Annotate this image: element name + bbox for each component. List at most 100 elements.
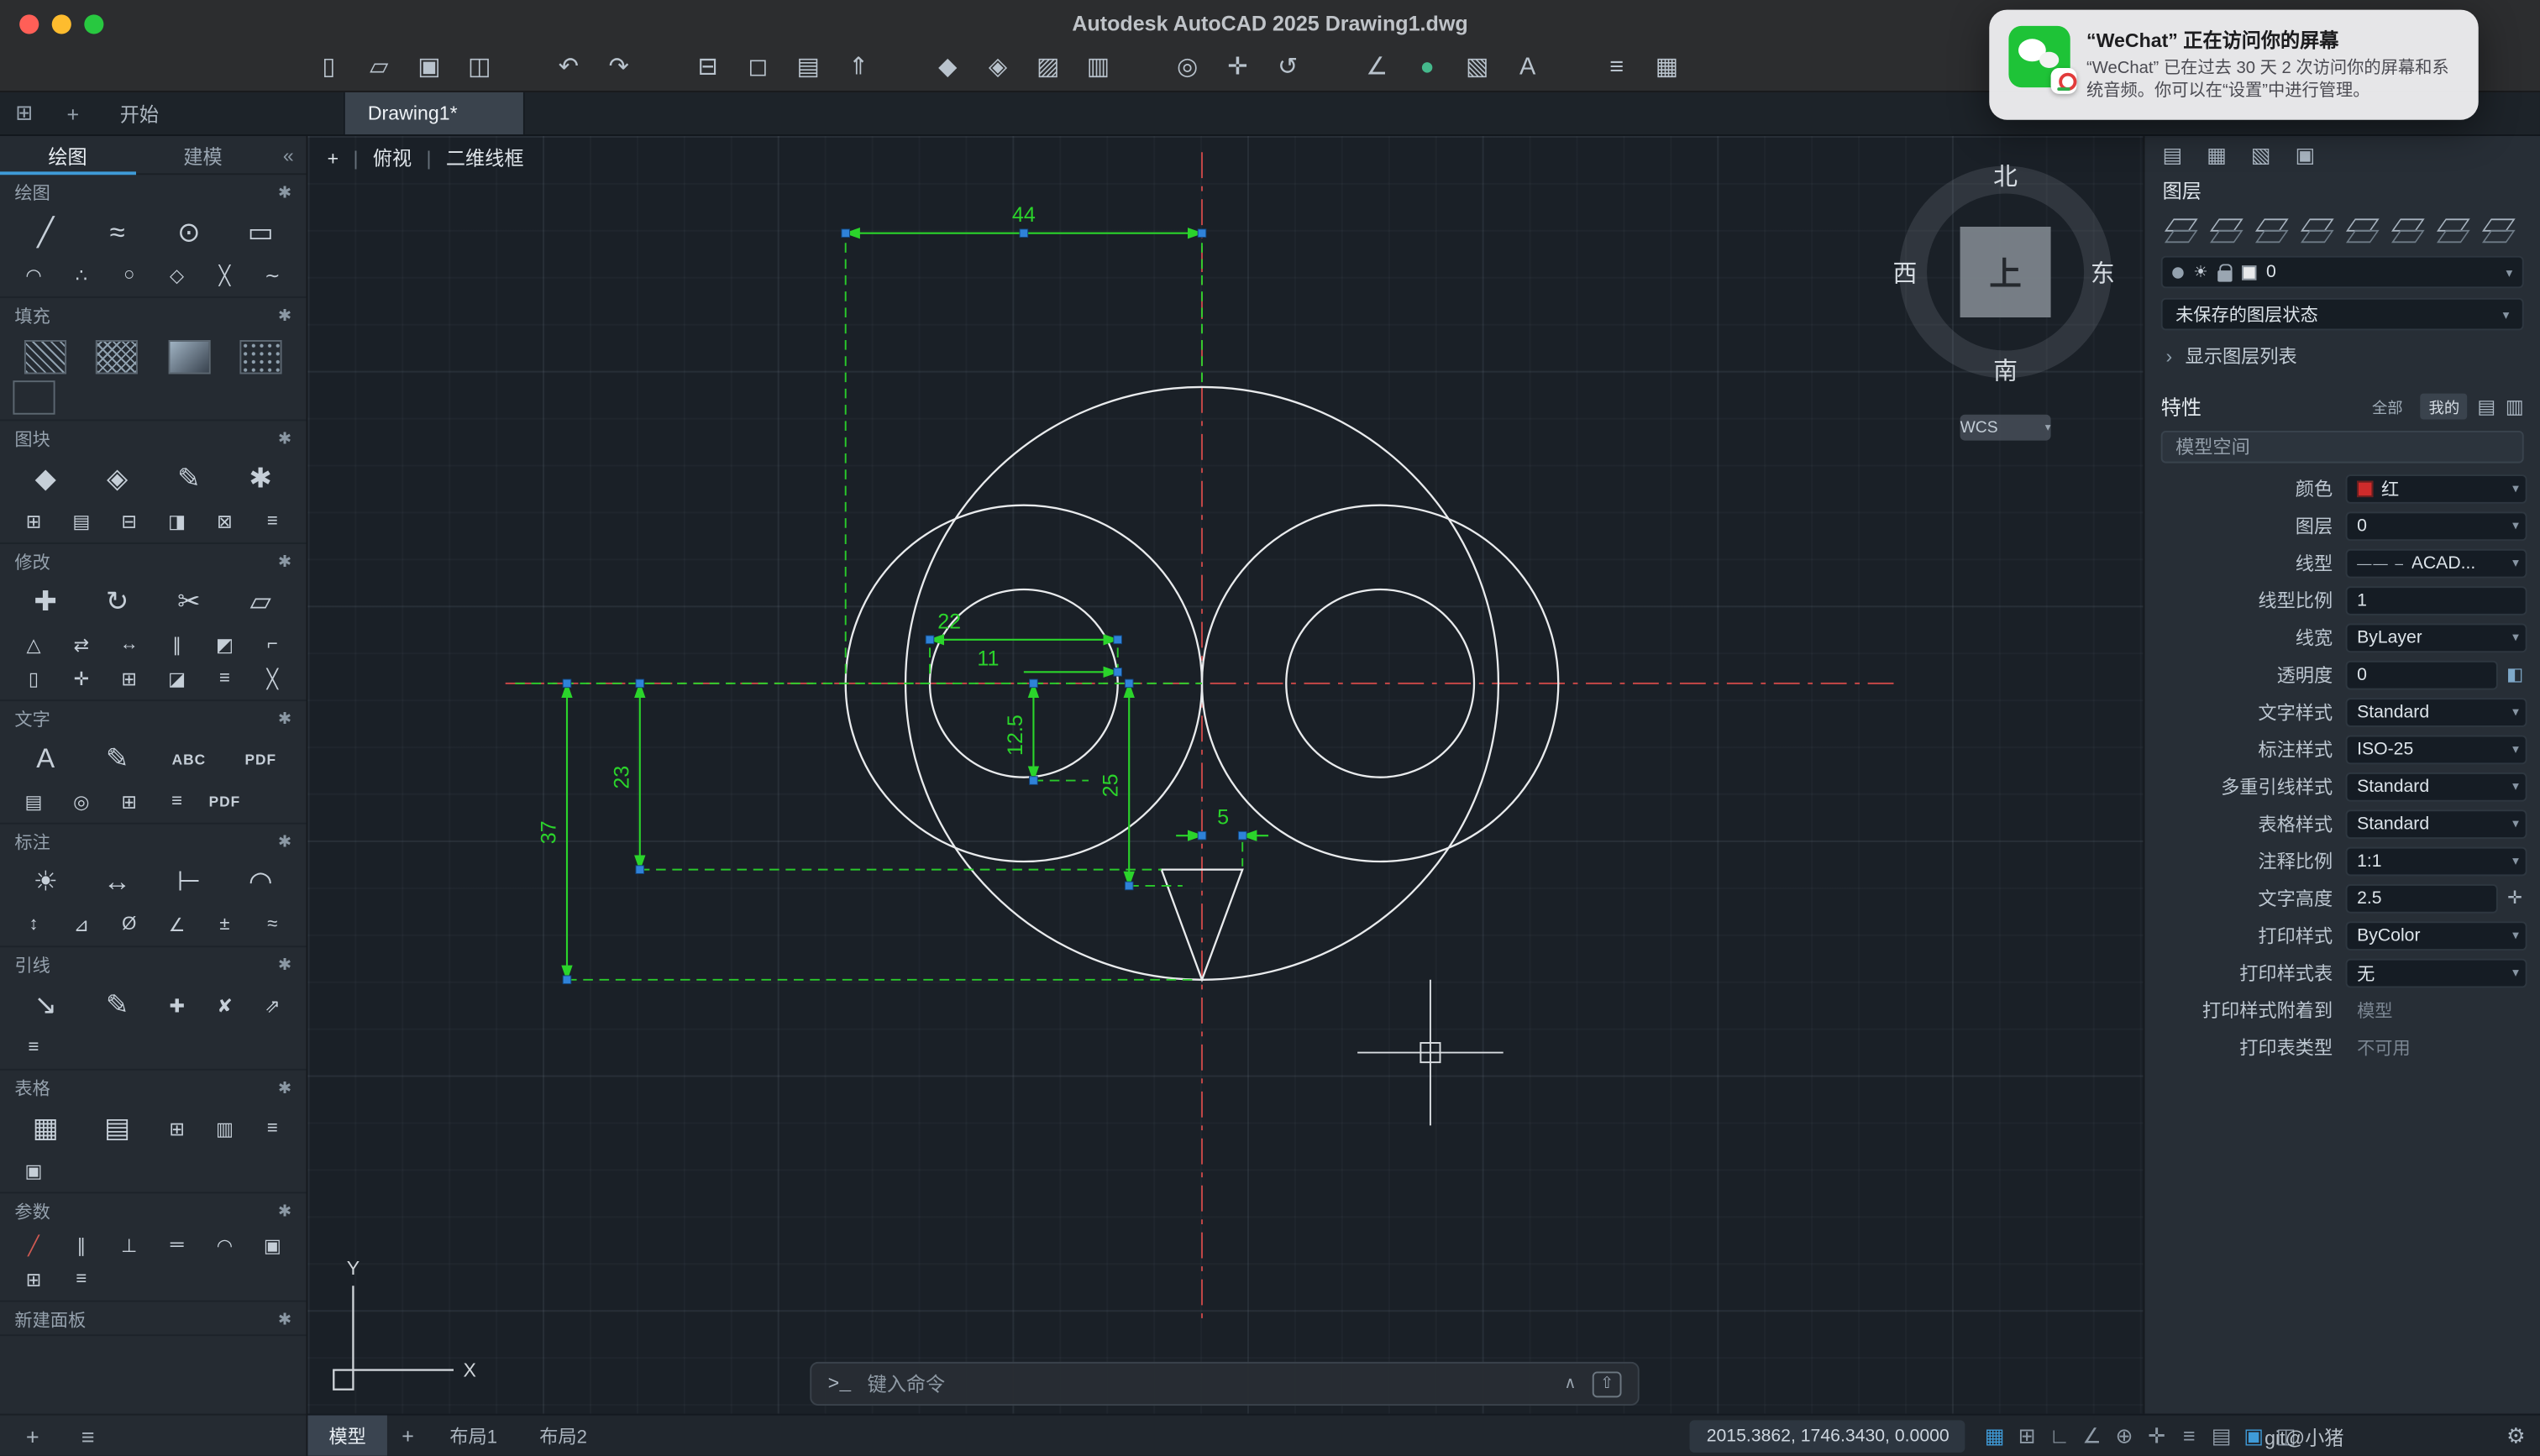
model-tab[interactable]: 模型 — [307, 1416, 386, 1456]
property-value-field[interactable]: —— – 模型 ▾ — [2346, 995, 2527, 1024]
save-as-icon[interactable]: ◫ — [464, 52, 494, 81]
show-layer-list[interactable]: › 显示图层列表 — [2144, 330, 2540, 379]
property-value-field[interactable]: —— – ISO-25 ▾ — [2346, 735, 2527, 764]
align-tool[interactable]: ✛ — [57, 661, 105, 695]
parallel-constraint-tool[interactable]: ∥ — [57, 1228, 105, 1262]
command-input[interactable]: 键入命令 — [868, 1370, 1565, 1398]
property-value-field[interactable]: —— – 2.5 ▾ — [2346, 883, 2498, 913]
table-export-tool[interactable]: ▣ — [10, 1153, 58, 1187]
transparency-picker-icon[interactable]: ◧ — [2503, 664, 2527, 685]
stretch-tool[interactable]: ⇄ — [57, 626, 105, 660]
explode-tool[interactable]: ▯ — [10, 661, 58, 695]
viewport-menu-button[interactable]: + — [328, 147, 339, 170]
command-history-icon[interactable]: ∧ — [1564, 1375, 1576, 1392]
point-tool[interactable]: ∴ — [57, 258, 105, 292]
tool-list-button[interactable]: ≡ — [81, 1422, 95, 1448]
property-value-field[interactable]: —— – Standard ▾ — [2346, 772, 2527, 801]
polar-tracking-toggle[interactable]: ∠ — [2076, 1422, 2108, 1448]
attach-image-icon[interactable]: ▨ — [1033, 52, 1063, 81]
compass-west-label[interactable]: 西 — [1893, 261, 1918, 288]
chamfer-tool[interactable]: ⌐ — [249, 626, 297, 660]
angle-dimension-tool[interactable]: ∠ — [153, 907, 201, 941]
reference-panel-icon[interactable]: ▣ — [2296, 143, 2316, 169]
leader-align-tool[interactable]: ⇗ — [249, 988, 297, 1023]
base-point-tool[interactable]: ◨ — [153, 504, 201, 538]
dimension-25[interactable]: 25 — [1099, 683, 1130, 886]
leader-collect-tool[interactable]: ≡ — [10, 1030, 58, 1065]
tangent-constraint-tool[interactable]: ◠ — [201, 1228, 249, 1262]
table-style-tool[interactable]: ▤ — [81, 1104, 153, 1153]
gradient-fill-icon[interactable] — [153, 332, 224, 380]
properties-panel-icon[interactable]: ▧ — [2251, 143, 2271, 169]
collaborate-icon[interactable]: ● — [1413, 53, 1442, 81]
wechat-notification[interactable]: “WeChat” 正在访问你的屏幕 “WeChat” 已在过去 30 天 2 次… — [1989, 10, 2478, 120]
geometric-constraint-tool[interactable]: ╱ — [10, 1228, 58, 1262]
open-folder-icon[interactable]: ▱ — [365, 52, 394, 81]
leader-add-tool[interactable]: ✚ — [153, 988, 201, 1023]
gear-icon[interactable]: ✱ — [278, 184, 291, 202]
horizontal-constraint-tool[interactable]: ═ — [153, 1228, 201, 1262]
wcs-indicator[interactable]: WCS ▾ — [1960, 415, 2051, 441]
property-value-field[interactable]: —— – Standard ▾ — [2346, 809, 2527, 838]
palette-tab-model[interactable]: 建模 — [135, 135, 270, 174]
boundary-pick-icon[interactable] — [10, 380, 58, 415]
angular-dimension-tool[interactable]: ⊿ — [57, 907, 105, 941]
field-icon[interactable]: ▥ — [1084, 52, 1113, 81]
layer-selector[interactable]: ☀ 0 ▾ — [2161, 256, 2524, 289]
attribute-define-tool[interactable]: ▤ — [57, 504, 105, 538]
join-tool[interactable]: ≡ — [201, 661, 249, 695]
pdf-export-tool[interactable]: PDF — [225, 736, 297, 784]
tolerance-tool[interactable]: ± — [201, 907, 249, 941]
wblock-tool[interactable]: ⊠ — [201, 504, 249, 538]
perpendicular-constraint-tool[interactable]: ⊥ — [105, 1228, 153, 1262]
gear-icon[interactable]: ✱ — [278, 1202, 291, 1220]
dimension-44[interactable]: 44 — [846, 203, 1202, 233]
compass-north-label[interactable]: 北 — [1993, 164, 2018, 191]
gear-icon[interactable]: ✱ — [278, 1311, 291, 1328]
pick-height-icon[interactable]: ✛ — [2503, 888, 2527, 909]
new-drawing-tab-button[interactable]: + — [49, 92, 97, 134]
layer-match-button[interactable] — [2430, 214, 2475, 247]
undo-icon[interactable]: ↶ — [554, 52, 584, 81]
leader-edit-tool[interactable]: ✎ — [81, 982, 153, 1030]
insert-block-tool[interactable]: ◆ — [10, 455, 81, 504]
property-value-field[interactable]: —— – 0 ▾ — [2346, 511, 2527, 540]
snap-mode-toggle[interactable]: ⊞ — [2011, 1422, 2044, 1448]
table-cell-tool[interactable]: ⊞ — [153, 1112, 201, 1146]
visual-style-button[interactable]: 二维线框 — [446, 144, 524, 172]
save-icon[interactable]: ▣ — [415, 52, 444, 81]
gear-icon[interactable]: ✱ — [278, 833, 291, 851]
command-options-icon[interactable]: ⇧ — [1593, 1371, 1622, 1397]
spline-tool[interactable]: ∼ — [249, 258, 297, 292]
scale-tool[interactable]: ↔ — [105, 626, 153, 660]
zoom-icon[interactable]: ◎ — [1173, 52, 1202, 81]
layers-panel-icon[interactable]: ▦ — [2207, 143, 2227, 169]
delete-layer-button[interactable] — [2203, 214, 2249, 247]
text-icon[interactable]: A — [1513, 53, 1542, 81]
mtext-tool[interactable]: A — [10, 736, 81, 784]
table-edit-tool[interactable]: ▥ — [201, 1112, 249, 1146]
find-text-tool[interactable]: ◎ — [57, 783, 105, 818]
palette-tab-draw[interactable]: 绘图 — [0, 135, 135, 174]
hatch-pattern-icon[interactable] — [10, 332, 81, 380]
property-value-field[interactable]: —— – 红 ▾ — [2346, 474, 2527, 503]
property-value-field[interactable]: —— – ByColor ▾ — [2346, 920, 2527, 950]
quick-select-icon[interactable]: ▤ — [2477, 395, 2495, 417]
compass-south-label[interactable]: 南 — [1993, 358, 2018, 385]
property-value-field[interactable]: —— – 0 ▾ — [2346, 660, 2498, 689]
polyline-tool[interactable]: ≈ — [81, 209, 153, 258]
tab-start[interactable]: 开始 — [97, 92, 181, 134]
arc-dimension-tool[interactable]: ◠ — [225, 858, 297, 907]
gear-icon[interactable]: ✱ — [278, 1079, 291, 1097]
layer-lock-button[interactable] — [2339, 214, 2385, 247]
compass-top-label[interactable]: 上 — [1989, 256, 2022, 292]
rectangle-tool[interactable]: ▭ — [225, 209, 297, 258]
space-selector[interactable]: 模型空间 — [2161, 431, 2524, 464]
property-value-field[interactable]: —— – Standard ▾ — [2346, 697, 2527, 726]
trim-tool[interactable]: ✂ — [153, 578, 224, 626]
property-value-field[interactable]: —— – ACAD... ▾ — [2346, 548, 2527, 578]
layer-on-off-button[interactable] — [2249, 214, 2294, 247]
add-layout-button[interactable]: + — [387, 1423, 428, 1448]
text-frame-tool[interactable]: ⊞ — [105, 783, 153, 818]
single-text-tool[interactable]: ✎ — [81, 736, 153, 784]
